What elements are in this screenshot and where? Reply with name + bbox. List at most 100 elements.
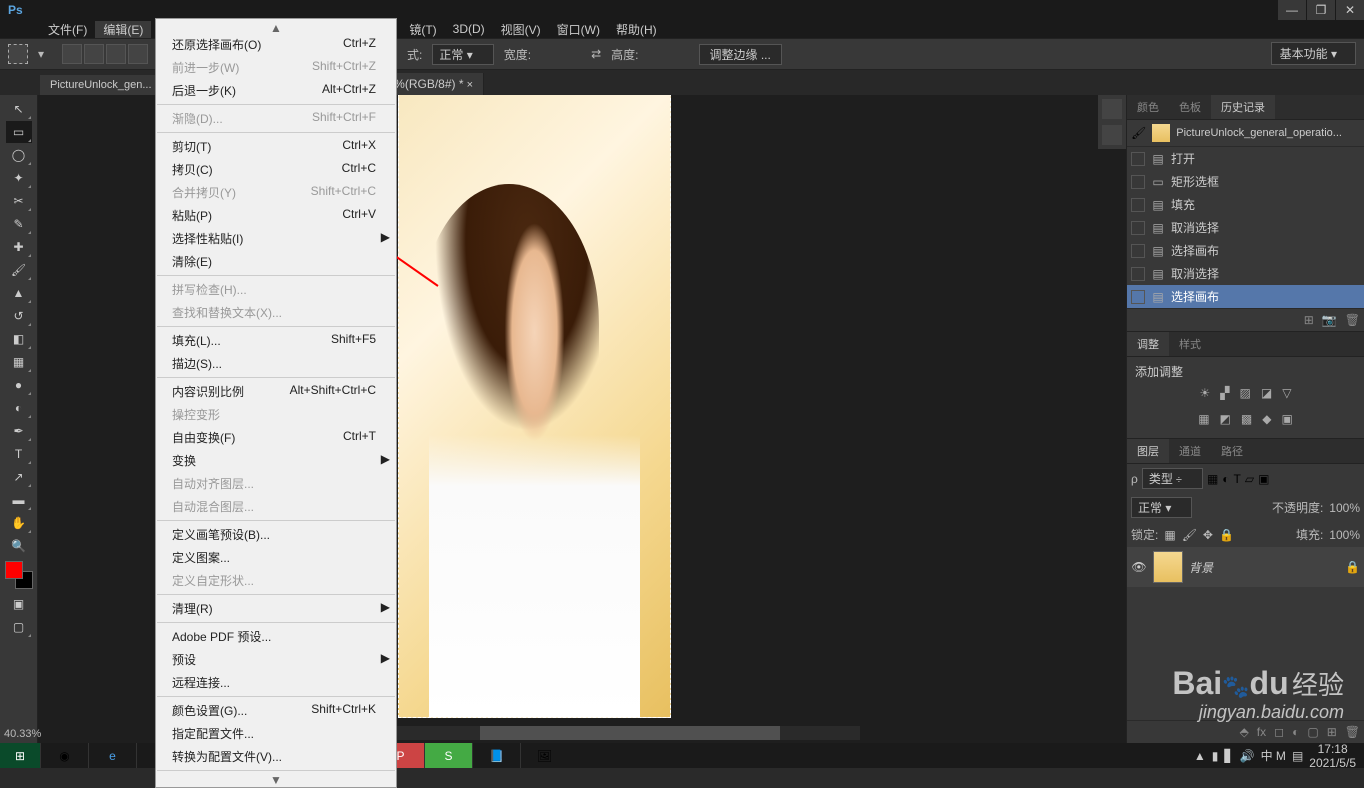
healing-tool-icon[interactable]: ✚ xyxy=(6,236,32,258)
new-layer-icon[interactable]: ⊞ xyxy=(1327,725,1337,739)
mini-icon[interactable] xyxy=(1102,125,1122,145)
mi-define-brush[interactable]: 定义画笔预设(B)... xyxy=(156,523,396,546)
mi-remote[interactable]: 远程连接... xyxy=(156,671,396,694)
filter-shape-icon[interactable]: ▱ xyxy=(1245,472,1254,486)
link-icon[interactable]: ⬘ xyxy=(1240,725,1249,739)
tab-channels[interactable]: 通道 xyxy=(1169,439,1211,463)
lock-pos-icon[interactable]: ✥ xyxy=(1203,528,1213,542)
clock-date[interactable]: 2021/5/5 xyxy=(1309,756,1356,770)
delete-icon[interactable]: 🗑 xyxy=(1345,725,1360,739)
history-item[interactable]: ▤选择画布 xyxy=(1127,285,1364,308)
filter-kind-dropdown[interactable]: 类型 ÷ xyxy=(1142,468,1203,489)
subtract-selection-icon[interactable] xyxy=(106,44,126,64)
add-selection-icon[interactable] xyxy=(84,44,104,64)
workspace-dropdown[interactable]: 基本功能 ▾ xyxy=(1271,42,1356,65)
lock-all-icon[interactable]: 🔒 xyxy=(1219,528,1234,542)
mi-transform[interactable]: 变换▶ xyxy=(156,449,396,472)
photo-filter-icon[interactable]: ▩ xyxy=(1241,412,1252,426)
mi-find-replace[interactable]: 查找和替换文本(X)... xyxy=(156,301,396,324)
scroll-up-icon[interactable]: ▲ xyxy=(156,21,396,33)
stamp-tool-icon[interactable]: ▲ xyxy=(6,282,32,304)
fill-adj-icon[interactable]: ◐ xyxy=(1292,725,1299,739)
trash-icon[interactable]: 🗑 xyxy=(1345,313,1360,327)
lasso-tool-icon[interactable]: ◯ xyxy=(6,144,32,166)
document-canvas[interactable] xyxy=(398,95,671,718)
mi-copy[interactable]: 拷贝(C)Ctrl+C xyxy=(156,158,396,181)
mi-auto-blend[interactable]: 自动混合图层... xyxy=(156,495,396,518)
mi-paste-special[interactable]: 选择性粘贴(I)▶ xyxy=(156,227,396,250)
mi-color-settings[interactable]: 颜色设置(G)...Shift+Ctrl+K xyxy=(156,699,396,722)
tab-history[interactable]: 历史记录 xyxy=(1211,95,1275,119)
history-item[interactable]: ▭矩形选框 xyxy=(1127,170,1364,193)
action-center-icon[interactable]: ▤ xyxy=(1292,749,1303,763)
dodge-tool-icon[interactable]: ◐ xyxy=(6,397,32,419)
minimize-button[interactable]: — xyxy=(1278,0,1306,20)
mi-paste[interactable]: 粘贴(P)Ctrl+V xyxy=(156,204,396,227)
clock-time[interactable]: 17:18 xyxy=(1309,742,1356,756)
snapshot-icon[interactable]: ⊞ xyxy=(1304,313,1314,327)
mi-purge[interactable]: 清理(R)▶ xyxy=(156,597,396,620)
fill-value[interactable]: 100% xyxy=(1329,528,1360,542)
tray-up-icon[interactable]: ▲ xyxy=(1194,749,1206,763)
menu-3d[interactable]: 3D(D) xyxy=(445,22,493,36)
wand-tool-icon[interactable]: ✦ xyxy=(6,167,32,189)
gradient-tool-icon[interactable]: ▦ xyxy=(6,351,32,373)
quickmask-icon[interactable]: ▣ xyxy=(6,593,32,615)
mi-auto-align[interactable]: 自动对齐图层... xyxy=(156,472,396,495)
mi-content-aware[interactable]: 内容识别比例Alt+Shift+Ctrl+C xyxy=(156,380,396,403)
type-tool-icon[interactable]: T xyxy=(6,443,32,465)
tab-color[interactable]: 颜色 xyxy=(1127,95,1169,119)
mi-presets[interactable]: 预设▶ xyxy=(156,648,396,671)
mi-free-transform[interactable]: 自由变换(F)Ctrl+T xyxy=(156,426,396,449)
hue-icon[interactable]: ▦ xyxy=(1198,412,1209,426)
menu-edit[interactable]: 编辑(E) xyxy=(95,21,151,38)
opacity-value[interactable]: 100% xyxy=(1329,501,1360,515)
shape-tool-icon[interactable]: ▬ xyxy=(6,489,32,511)
intersect-selection-icon[interactable] xyxy=(128,44,148,64)
history-item[interactable]: ▤选择画布 xyxy=(1127,239,1364,262)
battery-icon[interactable]: ▮ xyxy=(1212,749,1219,763)
menu-window[interactable]: 窗口(W) xyxy=(549,21,608,38)
history-item[interactable]: ▤填充 xyxy=(1127,193,1364,216)
mi-cut[interactable]: 剪切(T)Ctrl+X xyxy=(156,135,396,158)
mode-dropdown[interactable]: 正常 ▾ xyxy=(432,44,493,65)
filter-type-icon[interactable]: T xyxy=(1234,472,1241,486)
lookup-icon[interactable]: ▣ xyxy=(1281,412,1292,426)
history-brush-icon[interactable]: ↺ xyxy=(6,305,32,327)
screenmode-icon[interactable]: ▢ xyxy=(6,616,32,638)
swap-icon[interactable]: ⇄ xyxy=(591,47,601,61)
task-icon[interactable]: ◉ xyxy=(40,743,88,768)
tab-paths[interactable]: 路径 xyxy=(1211,439,1253,463)
bw-icon[interactable]: ◩ xyxy=(1220,412,1231,426)
brush-tool-icon[interactable]: 🖌 xyxy=(6,259,32,281)
brightness-icon[interactable]: ☀ xyxy=(1200,386,1211,400)
fx-icon[interactable]: fx xyxy=(1257,725,1266,739)
mi-pdf-preset[interactable]: Adobe PDF 预设... xyxy=(156,625,396,648)
document-tab-1[interactable]: PictureUnlock_gen... xyxy=(40,75,163,95)
camera-icon[interactable]: 📷 xyxy=(1322,313,1337,327)
mi-fill[interactable]: 填充(L)...Shift+F5 xyxy=(156,329,396,352)
fg-color-icon[interactable] xyxy=(5,561,23,579)
levels-icon[interactable]: ▞ xyxy=(1220,386,1229,400)
pen-tool-icon[interactable]: ✒ xyxy=(6,420,32,442)
mi-stroke[interactable]: 描边(S)... xyxy=(156,352,396,375)
tab-layers[interactable]: 图层 xyxy=(1127,439,1169,463)
mi-step-forward[interactable]: 前进一步(W)Shift+Ctrl+Z xyxy=(156,56,396,79)
mi-undo[interactable]: 还原选择画布(O)Ctrl+Z xyxy=(156,33,396,56)
history-item[interactable]: ▤打开 xyxy=(1127,147,1364,170)
menu-view[interactable]: 视图(V) xyxy=(493,21,549,38)
history-item[interactable]: ▤取消选择 xyxy=(1127,262,1364,285)
move-tool-icon[interactable]: ↖ xyxy=(6,98,32,120)
close-button[interactable]: ✕ xyxy=(1336,0,1364,20)
group-icon[interactable]: ▢ xyxy=(1307,725,1318,739)
menu-filter[interactable]: 镜(T) xyxy=(401,21,444,38)
mi-define-shape[interactable]: 定义自定形状... xyxy=(156,569,396,592)
filter-pixel-icon[interactable]: ▦ xyxy=(1207,472,1218,486)
vibrance-icon[interactable]: ▽ xyxy=(1282,386,1291,400)
curves-icon[interactable]: ▨ xyxy=(1240,386,1251,400)
hand-tool-icon[interactable]: ✋ xyxy=(6,512,32,534)
mi-assign-profile[interactable]: 指定配置文件... xyxy=(156,722,396,745)
mi-puppet[interactable]: 操控变形 xyxy=(156,403,396,426)
restore-button[interactable]: ❐ xyxy=(1307,0,1335,20)
refine-edge-button[interactable]: 调整边缘 ... xyxy=(699,44,782,65)
